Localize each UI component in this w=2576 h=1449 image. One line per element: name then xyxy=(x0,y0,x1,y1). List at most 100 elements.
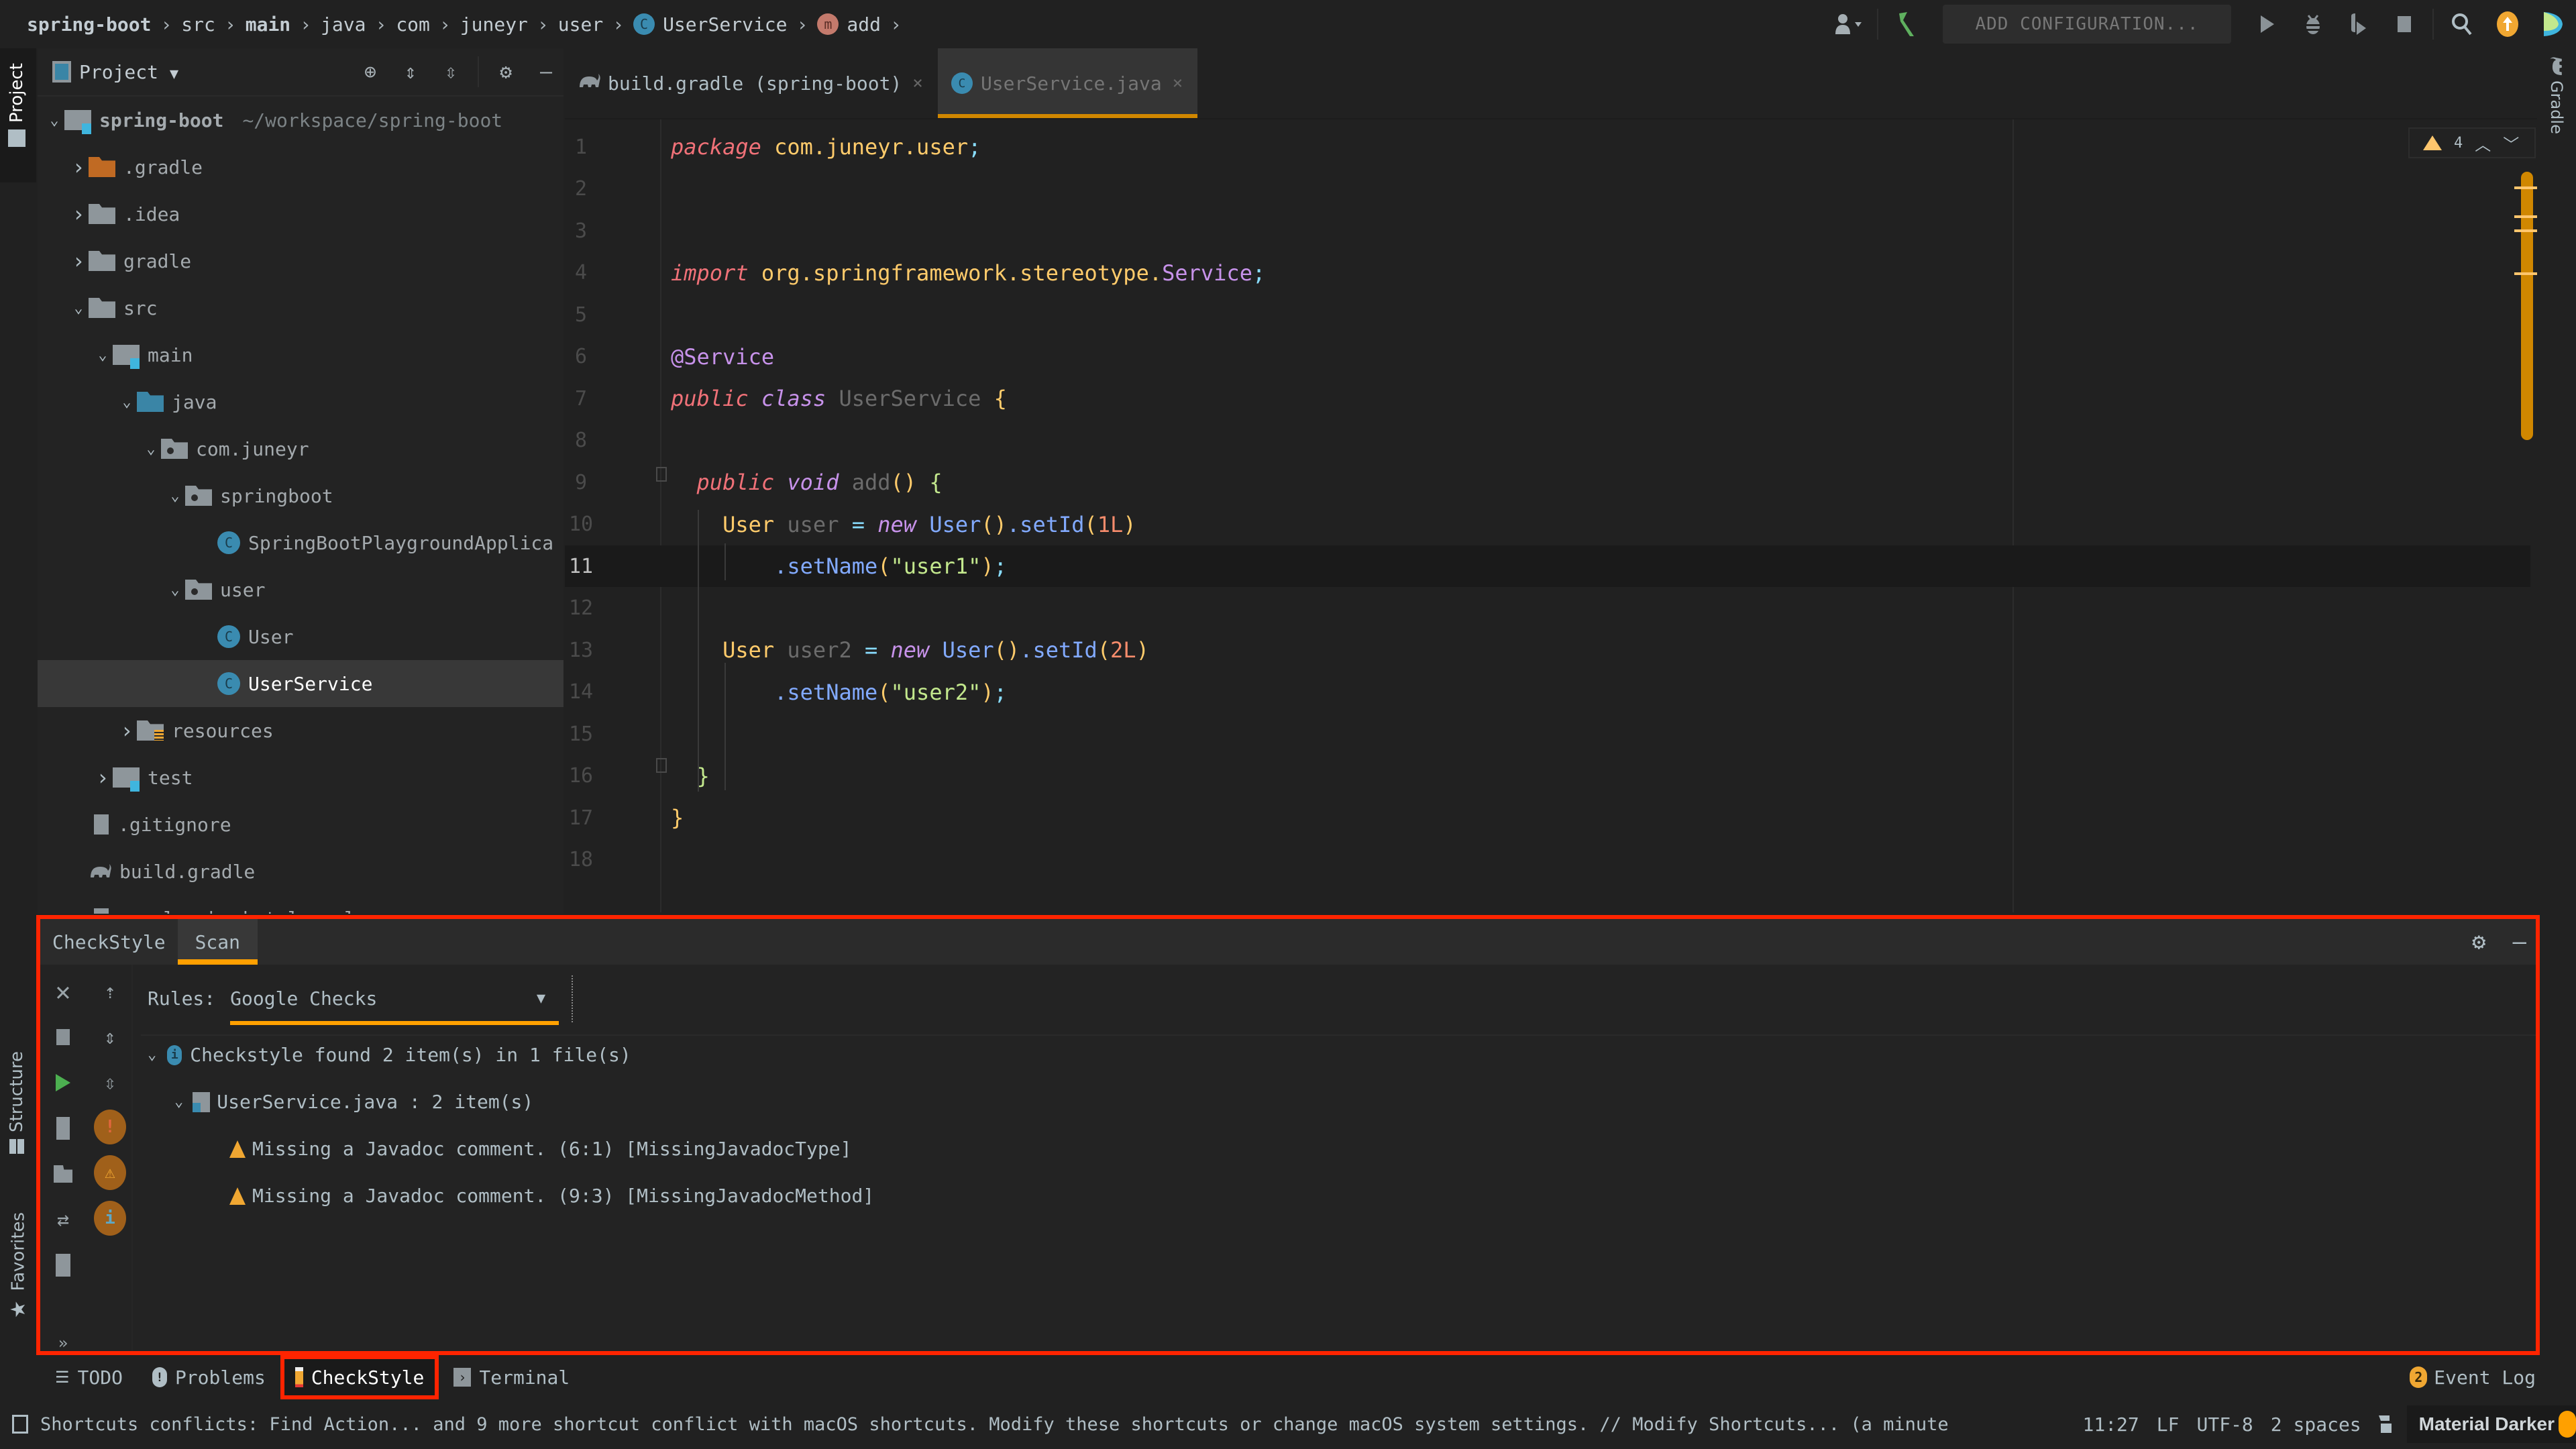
code-line[interactable]: 11 .setName("user1"); xyxy=(565,545,2530,587)
check-project-icon[interactable] xyxy=(47,1158,79,1190)
next-highlight-icon[interactable]: ﹀ xyxy=(2503,131,2519,155)
file-encoding[interactable]: UTF-8 xyxy=(2197,1413,2253,1436)
tree-item[interactable]: ⌄ src xyxy=(38,284,564,331)
stop-icon[interactable] xyxy=(47,1021,79,1053)
add-configuration-button[interactable]: ADD CONFIGURATION... xyxy=(1943,5,2231,44)
filter-warnings-button[interactable]: ⚠ xyxy=(94,1155,126,1190)
tree-item[interactable]: › resources xyxy=(38,707,564,754)
code-line[interactable]: 3 xyxy=(565,210,2530,252)
result-item[interactable]: Missing a Javadoc comment. (9:3) [Missin… xyxy=(229,1185,874,1207)
indent-settings[interactable]: 2 spaces xyxy=(2271,1413,2361,1436)
chevron-right-icon[interactable]: › xyxy=(68,201,89,227)
line-separator[interactable]: LF xyxy=(2157,1413,2180,1436)
chevron-down-icon[interactable]: ⌄ xyxy=(68,300,89,317)
code-line[interactable]: 12 xyxy=(565,588,2530,629)
code-line[interactable]: 6 @Service xyxy=(565,336,2530,378)
collapse-all-icon[interactable]: ⇳ xyxy=(94,1067,126,1099)
close-icon[interactable]: × xyxy=(912,73,923,93)
tab-build-gradle[interactable]: build.gradle (spring-boot) × xyxy=(565,48,938,118)
breadcrumb-item[interactable]: main xyxy=(246,13,290,36)
breadcrumb-item[interactable]: juneyr xyxy=(460,13,528,36)
warning-stripe-mark[interactable] xyxy=(2514,272,2538,275)
filter-info-button[interactable]: i xyxy=(94,1201,126,1236)
close-icon[interactable]: ✕ xyxy=(47,975,79,1008)
tab-checkstyle[interactable]: CheckStyle xyxy=(280,1355,439,1399)
tree-item[interactable]: ⌄ java xyxy=(38,378,564,425)
gradle-tool-button[interactable]: Gradle xyxy=(2546,57,2567,134)
favorites-tool-button[interactable]: ★ Favorites xyxy=(7,1212,30,1321)
code-editor[interactable]: 1 package com.juneyr.user; 2 3 4 import org.s… xyxy=(565,119,2530,912)
code-line[interactable]: 7 public class UserService { xyxy=(565,378,2530,419)
tree-item[interactable]: › .gradle xyxy=(38,144,564,191)
result-item[interactable]: Missing a Javadoc comment. (6:1) [Missin… xyxy=(229,1138,851,1160)
tree-item[interactable]: C SpringBootPlaygroundApplica xyxy=(38,519,564,566)
code-line[interactable]: 16 } xyxy=(565,755,2530,797)
chevron-down-icon[interactable]: ⌄ xyxy=(44,112,64,129)
tab-scan[interactable]: Scan xyxy=(177,919,258,965)
tree-item[interactable]: ⌄ spring-boot ~/workspace/spring-boot xyxy=(38,97,564,144)
coverage-icon[interactable] xyxy=(2343,8,2375,40)
breadcrumb-item[interactable]: src xyxy=(181,13,215,36)
warning-stripe-mark[interactable] xyxy=(2514,229,2538,232)
code-line[interactable]: 10 User user = new User().setId(1L) xyxy=(565,504,2530,545)
tree-item[interactable]: ⌄ main xyxy=(38,331,564,378)
fold-toggle-icon[interactable] xyxy=(656,467,667,482)
tree-item[interactable]: ⌄ springboot xyxy=(38,472,564,519)
code-line[interactable]: 9 public void add() { xyxy=(565,462,2530,503)
tree-item[interactable]: google_checkstyle.xml xyxy=(38,895,564,914)
run-icon[interactable] xyxy=(2251,8,2284,40)
collapse-all-icon[interactable]: ⇳ xyxy=(437,60,464,84)
code-line[interactable]: 5 xyxy=(565,294,2530,335)
code-line[interactable]: 18 xyxy=(565,839,2530,881)
project-view-selector[interactable]: Project ▼ xyxy=(79,61,178,83)
chevron-down-icon[interactable]: ⌄ xyxy=(165,582,185,598)
expand-all-icon[interactable]: ⇕ xyxy=(397,60,424,84)
close-icon[interactable]: × xyxy=(1173,73,1183,93)
ide-logo-icon[interactable] xyxy=(2537,8,2569,40)
tree-item[interactable]: › gradle xyxy=(38,237,564,284)
search-icon[interactable] xyxy=(2446,8,2478,40)
breadcrumb-item[interactable]: spring-boot xyxy=(27,13,151,36)
warning-stripe-mark[interactable] xyxy=(2514,215,2538,218)
debug-icon[interactable] xyxy=(2297,8,2329,40)
more-actions-icon[interactable]: » xyxy=(47,1327,79,1359)
code-line[interactable]: 14 .setName("user2"); xyxy=(565,672,2530,713)
code-line[interactable]: 15 xyxy=(565,713,2530,755)
chevron-right-icon[interactable]: › xyxy=(68,154,89,180)
editor-scrollbar[interactable] xyxy=(2521,172,2533,440)
filter-errors-button[interactable]: ! xyxy=(94,1110,126,1144)
tree-item[interactable]: C User xyxy=(38,613,564,660)
locate-file-icon[interactable]: ⊕ xyxy=(357,60,384,84)
tab-terminal[interactable]: › Terminal xyxy=(439,1355,584,1399)
breadcrumb-item[interactable]: C UserService xyxy=(633,13,788,36)
build-hammer-icon[interactable] xyxy=(1890,8,1923,40)
chevron-right-icon[interactable]: › xyxy=(117,718,137,743)
rules-dropdown[interactable]: Google Checks ▼ xyxy=(230,977,559,1025)
check-changed-files-icon[interactable]: ⇄ xyxy=(47,1203,79,1236)
tree-item[interactable]: build.gradle xyxy=(38,848,564,895)
results-summary-row[interactable]: ⌄ i Checkstyle found 2 item(s) in 1 file… xyxy=(148,1044,631,1066)
lock-icon[interactable] xyxy=(2378,1415,2392,1433)
warning-stripe-mark[interactable] xyxy=(2514,186,2538,189)
update-icon[interactable] xyxy=(2491,8,2524,40)
tree-item[interactable]: › test xyxy=(38,754,564,801)
user-account-icon[interactable] xyxy=(1833,8,1865,40)
breadcrumb-item[interactable]: m add xyxy=(817,13,881,36)
chevron-down-icon[interactable]: ⌄ xyxy=(117,394,137,411)
code-line[interactable]: 2 xyxy=(565,168,2530,210)
inspection-widget[interactable]: 4 ︿ ﹀ xyxy=(2408,127,2536,158)
event-log-button[interactable]: 2 Event Log xyxy=(2410,1355,2536,1399)
minimize-icon[interactable]: — xyxy=(2513,928,2526,955)
run-check-icon[interactable] xyxy=(47,1067,79,1099)
chevron-down-icon[interactable]: ⌄ xyxy=(165,488,185,504)
tool-windows-toggle-icon[interactable] xyxy=(12,1415,28,1434)
project-tool-button[interactable]: Project xyxy=(0,48,36,182)
code-line[interactable]: 17} xyxy=(565,797,2530,839)
theme-switcher[interactable]: Material Darker xyxy=(2406,1405,2576,1443)
tab-todo[interactable]: ☰ TODO xyxy=(40,1355,138,1399)
tree-item[interactable]: ⌄ user xyxy=(38,566,564,613)
check-module-icon[interactable] xyxy=(47,1112,79,1144)
tab-problems[interactable]: ! Problems xyxy=(138,1355,280,1399)
clear-results-icon[interactable] xyxy=(47,1249,79,1281)
chevron-right-icon[interactable]: › xyxy=(93,765,113,790)
